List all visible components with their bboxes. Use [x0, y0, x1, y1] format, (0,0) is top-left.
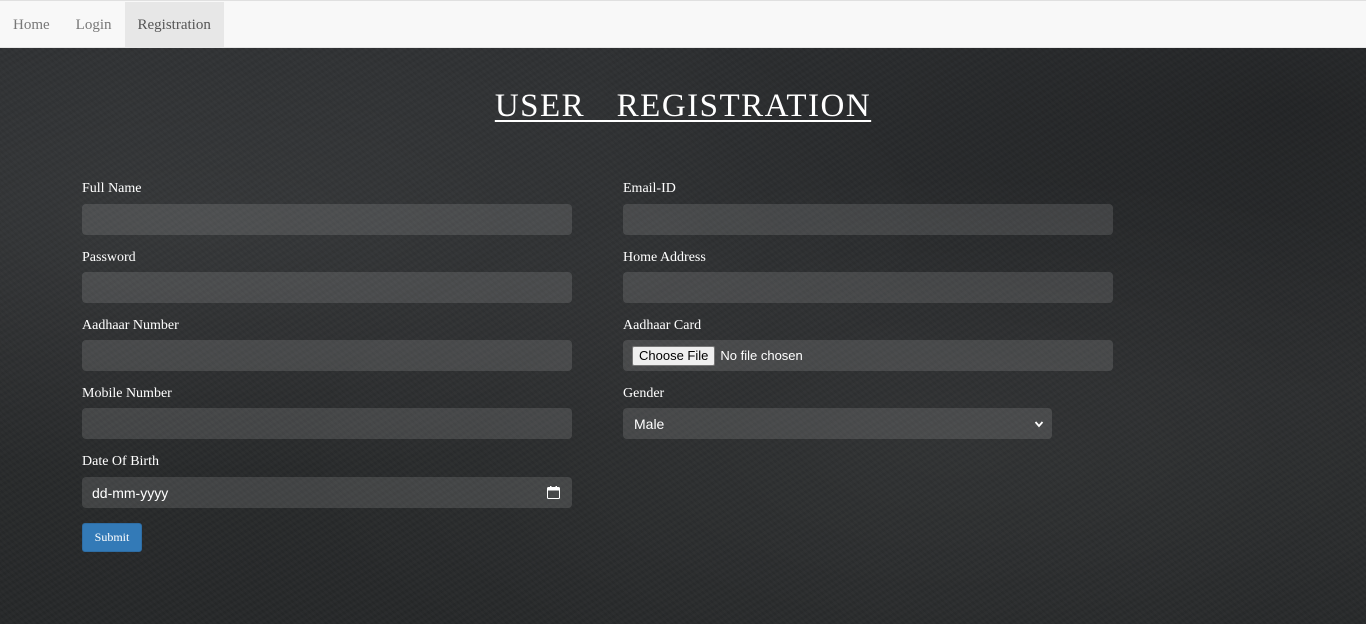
mobile-number-label: Mobile Number — [82, 386, 172, 401]
aadhaar-card-file-input[interactable]: Choose File No file chosen — [623, 340, 1113, 371]
aadhaar-card-label: Aadhaar Card — [623, 318, 702, 333]
email-input[interactable] — [623, 204, 1113, 235]
home-address-label: Home Address — [623, 250, 706, 265]
nav-home-link[interactable]: Home — [0, 2, 63, 48]
chevron-down-icon — [1034, 420, 1044, 427]
gender-select[interactable]: Male — [623, 408, 1052, 439]
page-title: USER REGISTRATION — [494, 88, 872, 124]
password-label: Password — [82, 250, 136, 265]
choose-file-button[interactable]: Choose File — [632, 345, 716, 366]
textured-background — [0, 48, 1366, 624]
gender-label: Gender — [623, 386, 665, 401]
submit-button[interactable]: Submit — [82, 523, 142, 552]
home-address-input[interactable] — [623, 272, 1113, 303]
top-navbar: Home Login Registration — [0, 0, 1366, 48]
dob-label: Date Of Birth — [82, 454, 159, 469]
aadhaar-number-label: Aadhaar Number — [82, 318, 179, 333]
full-name-input[interactable] — [82, 204, 572, 235]
calendar-icon[interactable] — [547, 486, 560, 499]
dob-placeholder: dd-mm-yyyy — [92, 484, 169, 501]
file-status-text: No file chosen — [720, 348, 803, 363]
password-input[interactable] — [82, 272, 572, 303]
full-name-label: Full Name — [82, 181, 142, 196]
mobile-number-input[interactable] — [82, 408, 572, 439]
dob-input[interactable]: dd-mm-yyyy — [82, 477, 572, 508]
aadhaar-number-input[interactable] — [82, 340, 572, 371]
email-label: Email-ID — [623, 181, 676, 196]
gender-selected-value: Male — [634, 415, 665, 432]
nav-login-link[interactable]: Login — [63, 2, 125, 48]
nav-registration-link[interactable]: Registration — [124, 2, 224, 48]
